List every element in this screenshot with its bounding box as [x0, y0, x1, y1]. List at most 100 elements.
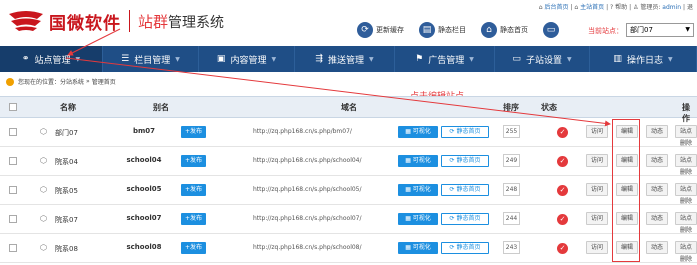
chevron-down-icon: ▼: [368, 55, 374, 63]
site-alias: school04: [126, 156, 162, 164]
manager-name[interactable]: admin: [662, 4, 681, 11]
help-link[interactable]: 帮助: [615, 4, 627, 11]
top-header: 国微软件 站群管理系统 ⌂ 后台首页 | ⌂ 主站首页 | ? 帮助 | ♙ 管…: [0, 0, 697, 45]
dynamic-button[interactable]: 动态: [646, 241, 669, 254]
row-checkbox[interactable]: [9, 128, 17, 136]
grid-icon: ▦: [405, 186, 413, 193]
admin-home-link[interactable]: 后台首页: [545, 4, 569, 11]
site-url[interactable]: http://zq.php168.cn/s.php/bm07/: [253, 128, 352, 135]
sort-input[interactable]: 249: [503, 154, 520, 167]
visual-edit-button[interactable]: ▦ 可视化: [398, 242, 438, 254]
monitor-tool[interactable]: ▭: [543, 22, 562, 38]
site-name[interactable]: 院系08: [55, 244, 78, 254]
static-home-button[interactable]: ⌂ 静态首页: [481, 22, 528, 38]
status-check-icon[interactable]: ✓: [557, 243, 568, 254]
site-name[interactable]: 院系05: [55, 186, 78, 196]
nav-push-management[interactable]: ⇶ 推送管理 ▼: [295, 46, 395, 72]
monitor-icon: ▭: [512, 54, 521, 64]
site-url[interactable]: http://zq.php168.cn/s.php/school05/: [253, 186, 362, 193]
select-all-checkbox[interactable]: [9, 103, 17, 111]
cube-icon: ⬡: [40, 185, 47, 194]
publish-button[interactable]: +发布: [181, 126, 207, 138]
status-check-icon[interactable]: ✓: [557, 214, 568, 225]
current-site-label: 当前站点：: [588, 27, 623, 35]
row-checkbox[interactable]: [9, 215, 17, 223]
breadcrumb-link-subsite[interactable]: 分站系统: [60, 77, 84, 86]
site-more-button[interactable]: 站点: [675, 212, 697, 225]
publish-button[interactable]: +发布: [181, 184, 207, 196]
delete-link[interactable]: 删除: [680, 254, 692, 263]
visit-button[interactable]: 访问: [586, 241, 609, 254]
site-url[interactable]: http://zq.php168.cn/s.php/school07/: [253, 215, 362, 222]
grid-icon: ▦: [405, 128, 413, 135]
visit-button[interactable]: 访问: [586, 154, 609, 167]
sort-input[interactable]: 255: [503, 125, 520, 138]
site-name[interactable]: 院系07: [55, 215, 78, 225]
delete-link[interactable]: 删除: [680, 225, 692, 234]
site-url[interactable]: http://zq.php168.cn/s.php/school04/: [253, 157, 362, 164]
publish-button[interactable]: +发布: [181, 155, 207, 167]
site-more-button[interactable]: 站点: [675, 241, 697, 254]
nav-content-management[interactable]: ▣ 内容管理 ▼: [199, 46, 295, 72]
visual-edit-button[interactable]: ▦ 可视化: [398, 155, 438, 167]
sort-input[interactable]: 248: [503, 183, 520, 196]
nav-operation-log[interactable]: ▥ 操作日志 ▼: [590, 46, 697, 72]
static-home-row-button[interactable]: ⟳ 静态首页: [441, 213, 489, 225]
dynamic-button[interactable]: 动态: [646, 212, 669, 225]
system-title: 站群管理系统: [138, 12, 225, 31]
static-home-row-button[interactable]: ⟳ 静态首页: [441, 242, 489, 254]
visit-button[interactable]: 访问: [586, 125, 609, 138]
site-name[interactable]: 院系04: [55, 157, 78, 167]
update-cache-button[interactable]: ⟳ 更新缓存: [357, 22, 404, 38]
site-home-link[interactable]: 主站首页: [580, 4, 604, 11]
nav-site-management[interactable]: ⚭ 站点管理 ▼: [0, 46, 103, 72]
delete-link[interactable]: 删除: [680, 167, 692, 176]
nav-subsite-settings[interactable]: ▭ 子站设置 ▼: [495, 46, 590, 72]
status-check-icon[interactable]: ✓: [557, 185, 568, 196]
delete-link[interactable]: 删除: [680, 196, 692, 205]
status-check-icon[interactable]: ✓: [557, 156, 568, 167]
visit-button[interactable]: 访问: [586, 183, 609, 196]
dynamic-button[interactable]: 动态: [646, 183, 669, 196]
current-site-select[interactable]: 部门07 ▼: [626, 23, 694, 37]
nav-ad-management[interactable]: ⚑ 广告管理 ▼: [395, 46, 495, 72]
dynamic-button[interactable]: 动态: [646, 154, 669, 167]
logo-icon: [7, 10, 45, 32]
site-more-button[interactable]: 站点: [675, 183, 697, 196]
row-checkbox[interactable]: [9, 186, 17, 194]
publish-button[interactable]: +发布: [181, 242, 207, 254]
status-check-icon[interactable]: ✓: [557, 127, 568, 138]
row-checkbox[interactable]: [9, 157, 17, 165]
annotation-highlight-box: [612, 119, 640, 262]
logout-link[interactable]: 退: [687, 4, 693, 11]
header-alias: 别名: [153, 103, 169, 112]
site-more-button[interactable]: 站点: [675, 154, 697, 167]
log-icon: ▥: [613, 54, 622, 64]
manager-label: 管理员:: [640, 4, 661, 11]
row-checkbox[interactable]: [9, 244, 17, 252]
dynamic-button[interactable]: 动态: [646, 125, 669, 138]
chevron-down-icon: ▼: [75, 55, 81, 63]
visual-edit-button[interactable]: ▦ 可视化: [398, 126, 438, 138]
sort-input[interactable]: 244: [503, 212, 520, 225]
site-alias: school08: [126, 243, 162, 251]
delete-link[interactable]: 删除: [680, 138, 692, 147]
nav-column-management[interactable]: ☰ 栏目管理 ▼: [103, 46, 199, 72]
refresh-icon: ⟳: [357, 22, 373, 38]
visual-edit-button[interactable]: ▦ 可视化: [398, 184, 438, 196]
sort-input[interactable]: 243: [503, 241, 520, 254]
site-url[interactable]: http://zq.php168.cn/s.php/school08/: [253, 244, 362, 251]
push-icon: ⇶: [315, 54, 323, 64]
site-more-button[interactable]: 站点: [675, 125, 697, 138]
site-home-icon: ⌂: [574, 4, 579, 11]
visit-button[interactable]: 访问: [586, 212, 609, 225]
visual-edit-button[interactable]: ▦ 可视化: [398, 213, 438, 225]
publish-button[interactable]: +发布: [181, 213, 207, 225]
chevron-down-icon: ▼: [469, 55, 474, 63]
static-column-button[interactable]: ▤ 静态栏目: [419, 22, 466, 38]
header-status: 状态: [541, 103, 557, 112]
site-name[interactable]: 部门07: [55, 128, 78, 138]
static-home-row-button[interactable]: ⟳ 静态首页: [441, 126, 489, 138]
static-home-row-button[interactable]: ⟳ 静态首页: [441, 184, 489, 196]
static-home-row-button[interactable]: ⟳ 静态首页: [441, 155, 489, 167]
